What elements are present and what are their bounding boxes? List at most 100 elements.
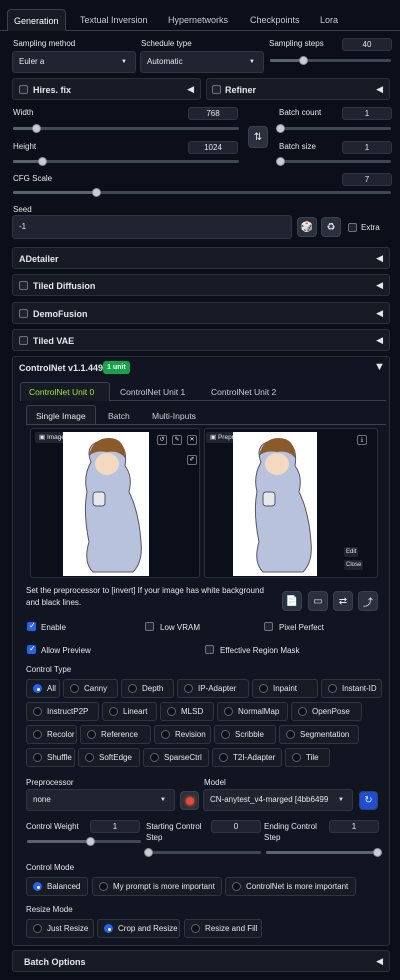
starting-step-slider[interactable] — [144, 848, 261, 857]
mode-controlnet-important[interactable]: ControlNet is more important — [225, 877, 356, 896]
demofusion-accordion[interactable]: DemoFusion ◀ — [12, 302, 390, 324]
extra-seed-checkbox[interactable] — [348, 223, 357, 232]
control-weight-slider[interactable] — [27, 837, 141, 846]
swap-button[interactable]: ⇄ — [333, 591, 353, 611]
tiled-vae-accordion[interactable]: Tiled VAE ◀ — [12, 329, 390, 351]
height-input[interactable]: 1024 — [188, 141, 238, 154]
image-upload-area[interactable]: ▣ Image ↺ ✎ ✕ ✐ — [30, 428, 200, 578]
ending-step-slider[interactable] — [266, 848, 382, 857]
tab-generation[interactable]: Generation — [7, 9, 66, 31]
control-type-tile[interactable]: Tile — [285, 748, 330, 767]
refiner-panel[interactable]: Refiner ◀ — [206, 78, 390, 100]
tiled-diffusion-checkbox[interactable] — [19, 281, 28, 290]
cfg-scale-input[interactable]: 7 — [342, 173, 392, 186]
upload-json-button[interactable]: 📄 — [282, 591, 302, 611]
control-type-normalmap[interactable]: NormalMap — [217, 702, 288, 721]
seed-input[interactable]: -1 — [12, 215, 292, 239]
preprocessor-select[interactable]: none ▼ — [26, 789, 175, 811]
camera-button[interactable]: ▭ — [308, 591, 328, 611]
refiner-checkbox[interactable] — [212, 85, 221, 94]
controlnet-title[interactable]: ControlNet v1.1.449 — [19, 363, 103, 373]
undo-icon[interactable]: ↺ — [157, 435, 167, 445]
close-preview-button[interactable]: Close — [344, 560, 364, 570]
control-type-instructp2p[interactable]: InstructP2P — [26, 702, 99, 721]
hires-fix-checkbox[interactable] — [19, 85, 28, 94]
enable-checkbox[interactable] — [27, 621, 36, 631]
tab-controlnet-unit-1[interactable]: ControlNet Unit 1 — [120, 387, 185, 397]
collapse-triangle-icon[interactable]: ◀ — [376, 308, 383, 319]
expand-triangle-icon[interactable]: ▼ — [374, 361, 385, 373]
run-preprocessor-button[interactable] — [180, 791, 199, 810]
batch-size-input[interactable]: 1 — [342, 141, 392, 154]
batch-options-accordion[interactable]: Batch Options ◀ — [12, 950, 390, 972]
resize-and-fill[interactable]: Resize and Fill — [184, 919, 262, 938]
send-dimensions-button[interactable]: ⤴ — [358, 591, 378, 611]
pixel-perfect-checkbox[interactable] — [264, 622, 273, 631]
edit-icon[interactable]: ✎ — [172, 435, 182, 445]
subtab-batch[interactable]: Batch — [108, 411, 130, 421]
control-type-inpaint[interactable]: Inpaint — [252, 679, 318, 698]
sampling-steps-slider[interactable] — [270, 56, 391, 65]
tab-hypernetworks[interactable]: Hypernetworks — [168, 9, 228, 31]
control-type-ip-adapter[interactable]: IP-Adapter — [177, 679, 249, 698]
height-slider[interactable] — [13, 157, 239, 166]
control-type-lineart[interactable]: Lineart — [102, 702, 157, 721]
batch-count-input[interactable]: 1 — [342, 107, 392, 120]
swap-dimensions-button[interactable]: ⇅ — [248, 126, 268, 148]
mode-prompt-important[interactable]: My prompt is more important — [92, 877, 222, 896]
low-vram-checkbox[interactable] — [145, 622, 154, 631]
subtab-single-image[interactable]: Single Image — [36, 411, 86, 421]
collapse-triangle-icon[interactable]: ◀ — [187, 84, 194, 95]
mode-balanced[interactable]: Balanced — [26, 877, 88, 896]
edit-preview-button[interactable]: Edit — [344, 547, 359, 557]
starting-step-input[interactable]: 0 — [211, 820, 261, 833]
control-type-recolor[interactable]: Recolor — [26, 725, 77, 744]
control-type-t2i-adapter[interactable]: T2I-Adapter — [212, 748, 282, 767]
allow-preview-checkbox[interactable] — [27, 644, 36, 654]
collapse-triangle-icon[interactable]: ◀ — [376, 253, 383, 264]
control-type-shuffle[interactable]: Shuffle — [26, 748, 75, 767]
tab-checkpoints[interactable]: Checkpoints — [250, 9, 300, 31]
control-type-segmentation[interactable]: Segmentation — [279, 725, 359, 744]
control-type-canny[interactable]: Canny — [63, 679, 118, 698]
control-type-mlsd[interactable]: MLSD — [160, 702, 214, 721]
batch-count-slider[interactable] — [276, 124, 391, 133]
control-type-scribble[interactable]: Scribble — [214, 725, 276, 744]
collapse-triangle-icon[interactable]: ◀ — [376, 335, 383, 346]
tab-lora[interactable]: Lora — [320, 9, 338, 31]
batch-size-slider[interactable] — [276, 157, 391, 166]
control-weight-input[interactable]: 1 — [90, 820, 140, 833]
effective-region-mask-checkbox[interactable] — [205, 645, 214, 654]
close-icon[interactable]: ✕ — [187, 435, 197, 445]
control-type-revision[interactable]: Revision — [154, 725, 211, 744]
hires-fix-panel[interactable]: Hires. fix ◀ — [12, 78, 201, 100]
sampling-method-select[interactable]: Euler a ▼ — [12, 51, 136, 73]
download-icon[interactable]: ⤓ — [357, 435, 367, 445]
tab-controlnet-unit-0[interactable]: ControlNet Unit 0 — [29, 387, 94, 397]
subtab-multi-inputs[interactable]: Multi-Inputs — [152, 411, 196, 421]
width-input[interactable]: 768 — [188, 107, 238, 120]
cfg-scale-slider[interactable] — [13, 188, 391, 197]
control-type-all[interactable]: All — [26, 679, 60, 698]
model-select[interactable]: CN-anytest_v4-marged [4bb6499 ▼ — [203, 789, 353, 811]
control-type-reference[interactable]: Reference — [80, 725, 151, 744]
schedule-type-select[interactable]: Automatic ▼ — [140, 51, 264, 73]
collapse-triangle-icon[interactable]: ◀ — [376, 280, 383, 291]
draw-icon[interactable]: ✐ — [187, 455, 197, 465]
random-seed-button[interactable]: 🎲 — [297, 217, 317, 237]
resize-crop-and-resize[interactable]: Crop and Resize — [97, 919, 180, 938]
tab-controlnet-unit-2[interactable]: ControlNet Unit 2 — [211, 387, 276, 397]
collapse-triangle-icon[interactable]: ◀ — [376, 84, 383, 95]
reuse-seed-button[interactable]: ♻ — [321, 217, 341, 237]
collapse-triangle-icon[interactable]: ◀ — [376, 956, 383, 967]
control-type-sparsectrl[interactable]: SparseCtrl — [143, 748, 209, 767]
resize-just-resize[interactable]: Just Resize — [26, 919, 94, 938]
control-type-openpose[interactable]: OpenPose — [291, 702, 362, 721]
control-type-softedge[interactable]: SoftEdge — [78, 748, 140, 767]
refresh-models-button[interactable]: ↻ — [359, 791, 378, 810]
control-type-depth[interactable]: Depth — [121, 679, 174, 698]
ending-step-input[interactable]: 1 — [329, 820, 379, 833]
tiled-vae-checkbox[interactable] — [19, 336, 28, 345]
tab-textual-inversion[interactable]: Textual Inversion — [80, 9, 148, 31]
width-slider[interactable] — [13, 124, 239, 133]
